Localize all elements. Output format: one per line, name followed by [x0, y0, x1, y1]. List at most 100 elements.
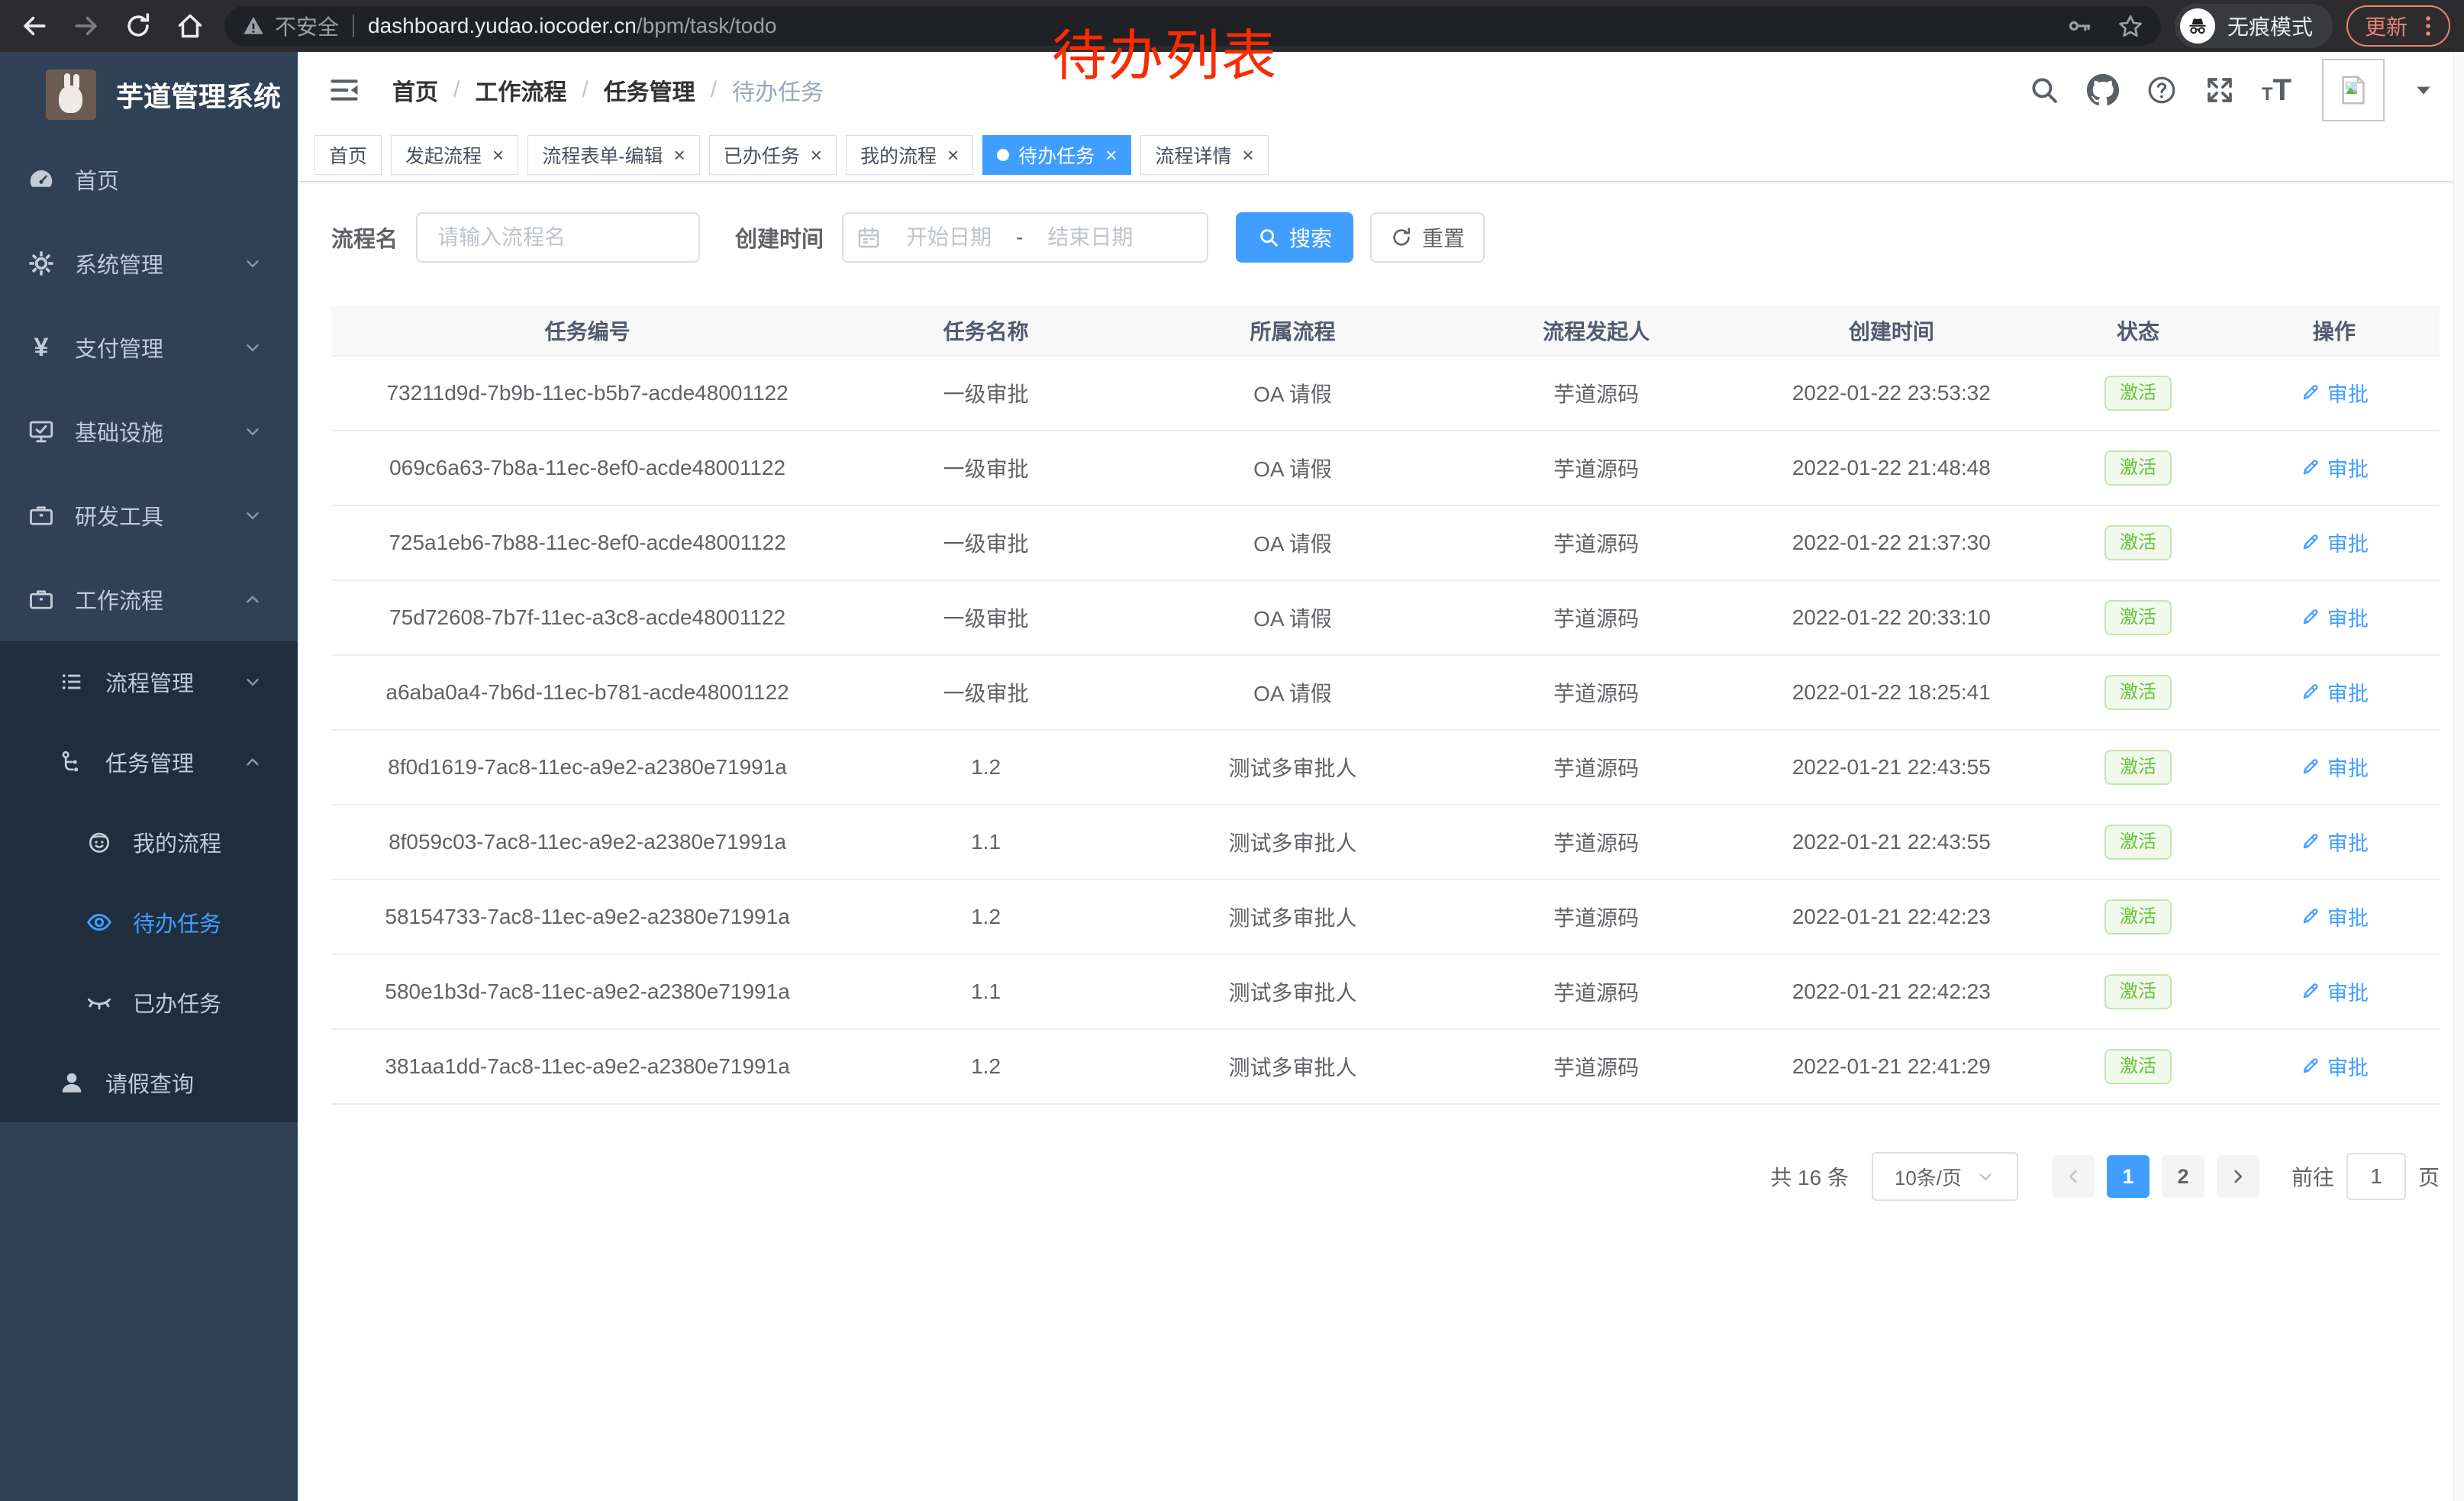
approve-link[interactable]: 审批	[2300, 602, 2369, 632]
status-badge: 激活	[2104, 825, 2172, 860]
col-task-id: 任务编号	[331, 305, 843, 356]
approve-link[interactable]: 审批	[2300, 677, 2369, 707]
sidebar-item-todo-tasks[interactable]: 待办任务	[0, 882, 298, 962]
tab[interactable]: 流程详情 ×	[1140, 135, 1268, 175]
tab[interactable]: 发起流程 ×	[391, 135, 518, 175]
breadcrumb-task-management[interactable]: 任务管理	[604, 73, 695, 107]
date-range-picker[interactable]: -	[842, 212, 1208, 263]
close-icon[interactable]: ×	[1105, 145, 1117, 165]
approve-link[interactable]: 审批	[2300, 378, 2369, 408]
approve-link[interactable]: 审批	[2300, 453, 2369, 483]
breadcrumb-current: 待办任务	[732, 73, 824, 107]
process-cell: 测试多审批人	[1128, 730, 1457, 805]
sidebar-item-done-tasks[interactable]: 已办任务	[0, 962, 298, 1042]
close-icon[interactable]: ×	[674, 145, 685, 165]
sidebar-item-devtools[interactable]: 研发工具	[0, 473, 298, 557]
browser-nav-buttons	[14, 11, 211, 40]
reload-icon[interactable]	[124, 11, 153, 40]
sidebar-item-my-process[interactable]: 我的流程	[0, 802, 298, 882]
sidebar-item-workflow[interactable]: 工作流程	[0, 557, 298, 641]
page-1-button[interactable]: 1	[2107, 1155, 2150, 1198]
help-icon[interactable]	[2146, 74, 2178, 106]
task-name-cell: 1.1	[843, 805, 1128, 880]
status-badge: 激活	[2104, 450, 2172, 486]
password-key-icon[interactable]	[2066, 13, 2092, 39]
breadcrumb: 首页 / 工作流程 / 任务管理 / 待办任务	[392, 73, 824, 107]
sidebar-menu: 首页 系统管理 ¥ 支付管理	[0, 137, 298, 1122]
sidebar-item-task-management[interactable]: 任务管理	[0, 721, 298, 802]
status-badge: 激活	[2104, 899, 2172, 934]
tab[interactable]: 已办任务 ×	[709, 135, 837, 175]
approve-link[interactable]: 审批	[2300, 1051, 2369, 1081]
sidebar-item-leave-query[interactable]: 请假查询	[0, 1042, 298, 1122]
back-icon[interactable]	[20, 11, 49, 40]
starter-cell: 芋道源码	[1457, 1029, 1736, 1104]
task-id-cell: 8f0d1619-7ac8-11ec-a9e2-a2380e71991a	[331, 730, 843, 805]
page-2-button[interactable]: 2	[2162, 1155, 2204, 1198]
app-logo[interactable]: 芋道管理系统	[0, 52, 298, 137]
annotation-overlay-text: 待办列表	[1052, 11, 1278, 91]
pagination: 共 16 条 10条/页 1 2 前往 页	[331, 1152, 2440, 1231]
fullscreen-icon[interactable]	[2204, 74, 2236, 106]
sidebar-collapse-icon[interactable]	[328, 74, 360, 106]
task-name-cell: 1.1	[843, 954, 1128, 1029]
breadcrumb-home[interactable]: 首页	[392, 73, 438, 107]
sidebar-item-payment[interactable]: ¥ 支付管理	[0, 305, 298, 389]
search-icon[interactable]	[2028, 74, 2060, 106]
tab[interactable]: 流程表单-编辑 ×	[527, 135, 700, 175]
task-id-cell: 069c6a63-7b8a-11ec-8ef0-acde48001122	[331, 431, 843, 505]
close-icon[interactable]: ×	[811, 145, 822, 165]
bookmark-star-icon[interactable]	[2117, 12, 2144, 40]
sidebar-item-infrastructure[interactable]: 基础设施	[0, 389, 298, 473]
browser-update-menu-button[interactable]: 更新	[2346, 5, 2450, 47]
tab[interactable]: 待办任务 ×	[982, 135, 1131, 175]
approve-link[interactable]: 审批	[2300, 976, 2369, 1006]
page-size-select[interactable]: 10条/页	[1872, 1152, 2018, 1201]
chevron-down-icon	[243, 421, 263, 441]
approve-link[interactable]: 审批	[2300, 902, 2369, 931]
start-date-input[interactable]	[888, 225, 1010, 250]
sidebar-item-process-management[interactable]: 流程管理	[0, 641, 298, 721]
reset-button[interactable]: 重置	[1370, 212, 1485, 263]
search-button[interactable]: 搜索	[1236, 212, 1353, 263]
briefcase-icon	[27, 586, 55, 613]
task-id-cell: a6aba0a4-7b6d-11ec-b781-acde48001122	[331, 655, 843, 730]
process-name-input[interactable]	[416, 212, 700, 263]
home-icon[interactable]	[176, 11, 205, 40]
close-icon[interactable]: ×	[1242, 145, 1253, 165]
scrollbar[interactable]	[2453, 52, 2464, 1501]
sidebar-item-system[interactable]: 系统管理	[0, 221, 298, 305]
next-page-button[interactable]	[2217, 1155, 2259, 1198]
security-warning-icon[interactable]	[241, 14, 266, 38]
table-row: a6aba0a4-7b6d-11ec-b781-acde48001122 一级审…	[331, 655, 2440, 730]
breadcrumb-workflow[interactable]: 工作流程	[475, 73, 566, 107]
sidebar-item-home[interactable]: 首页	[0, 137, 298, 221]
caret-down-icon[interactable]	[2412, 79, 2435, 102]
goto-page-input[interactable]	[2346, 1153, 2406, 1200]
create-time-label: 创建时间	[735, 221, 824, 253]
col-starter: 流程发起人	[1457, 305, 1736, 356]
close-icon[interactable]: ×	[492, 145, 504, 165]
approve-link[interactable]: 审批	[2300, 752, 2369, 782]
approve-link[interactable]: 审批	[2300, 827, 2369, 857]
forward-icon[interactable]	[72, 11, 101, 40]
status-badge: 激活	[2104, 376, 2172, 411]
task-id-cell: 580e1b3d-7ac8-11ec-a9e2-a2380e71991a	[331, 954, 843, 1029]
tab[interactable]: 首页 ×	[314, 135, 382, 175]
close-icon[interactable]: ×	[947, 145, 959, 165]
github-icon[interactable]	[2086, 73, 2120, 107]
menu-dots-icon[interactable]	[2415, 13, 2441, 39]
chevron-down-icon	[243, 253, 263, 273]
avatar[interactable]	[2322, 59, 2385, 121]
approve-link[interactable]: 审批	[2300, 528, 2369, 557]
incognito-badge: 无痕模式	[2175, 4, 2333, 48]
end-date-input[interactable]	[1029, 225, 1151, 250]
sidebar-item-label: 研发工具	[75, 499, 163, 531]
font-size-icon[interactable]: TT	[2262, 76, 2291, 104]
process-cell: OA 请假	[1128, 505, 1457, 580]
tab[interactable]: 我的流程 ×	[846, 135, 973, 175]
prev-page-button[interactable]	[2052, 1155, 2095, 1198]
starter-cell: 芋道源码	[1457, 805, 1736, 880]
process-cell: 测试多审批人	[1128, 805, 1457, 880]
col-task-name: 任务名称	[843, 305, 1128, 356]
